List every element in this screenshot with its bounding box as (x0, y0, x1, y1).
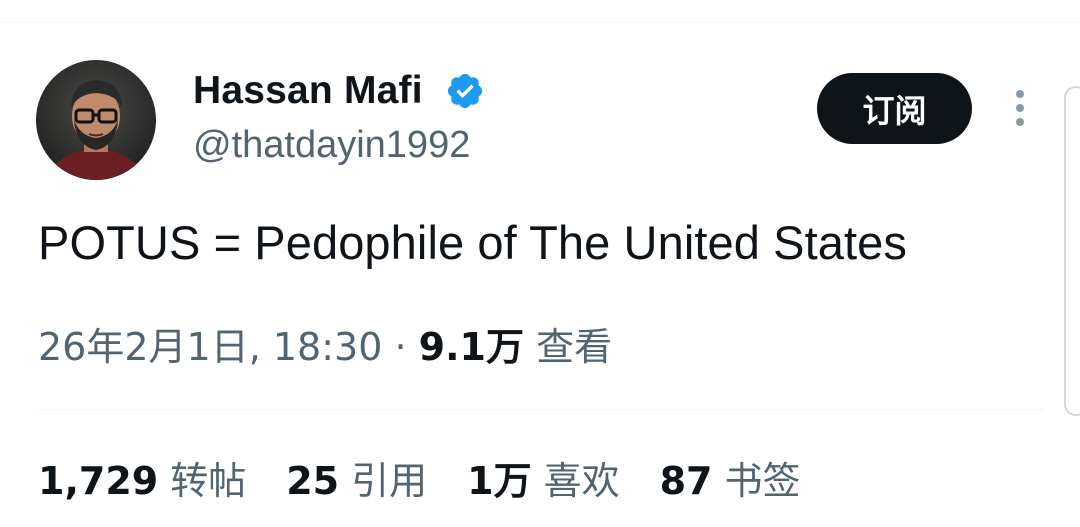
subscribe-button[interactable]: 订阅 (817, 73, 972, 144)
quotes-count: 25 (286, 459, 340, 503)
avatar[interactable] (36, 60, 156, 180)
quotes-label: 引用 (351, 459, 428, 503)
divider (38, 409, 1044, 410)
bookmarks-label: 书签 (724, 459, 801, 503)
more-vertical-icon[interactable] (1006, 88, 1034, 128)
timestamp[interactable]: 26年2月1日, 18:30 (38, 325, 382, 369)
views-count: 9.1万 (418, 325, 524, 369)
reposts-label: 转帖 (170, 459, 247, 503)
verified-badge-icon[interactable] (445, 71, 485, 111)
scrollbar[interactable] (1064, 86, 1080, 416)
views-label: 查看 (536, 325, 613, 369)
tweet-text: POTUS = Pedophile of The United States (38, 216, 908, 269)
stat-likes[interactable]: 1万 喜欢 (467, 456, 619, 506)
top-divider (0, 22, 1080, 23)
avatar-image (36, 60, 156, 180)
handle[interactable]: @thatdayin1992 (193, 122, 470, 168)
reposts-count: 1,729 (38, 459, 159, 503)
stat-quotes[interactable]: 25 引用 (286, 456, 427, 506)
likes-count: 1万 (467, 459, 532, 503)
stat-reposts[interactable]: 1,729 转帖 (38, 456, 246, 506)
display-name-row[interactable]: Hassan Mafi (193, 68, 485, 114)
engagement-stats: 1,729 转帖 25 引用 1万 喜欢 87 书签 (38, 456, 841, 506)
likes-label: 喜欢 (543, 459, 620, 503)
display-name[interactable]: Hassan Mafi (193, 68, 423, 114)
tweet-meta: 26年2月1日, 18:30 · 9.1万 查看 (38, 322, 612, 372)
stat-bookmarks[interactable]: 87 书签 (660, 456, 801, 506)
meta-separator: · (382, 325, 419, 369)
bookmarks-count: 87 (659, 459, 713, 503)
